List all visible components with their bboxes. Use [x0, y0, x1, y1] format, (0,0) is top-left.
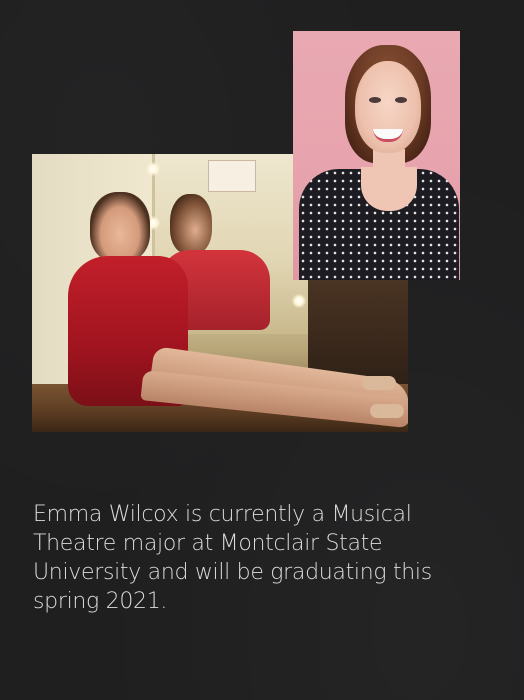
dance-shoe [370, 404, 404, 418]
bio-paragraph: Emma Wilcox is currently a Musical Theat… [33, 502, 432, 614]
vanity-bulb [146, 162, 160, 176]
vanity-bulb [292, 294, 306, 308]
reflection-figure [170, 194, 212, 254]
headshot-photo [293, 31, 460, 280]
headshot-eye [369, 97, 381, 103]
headshot-eye [395, 97, 407, 103]
dance-shoe [362, 376, 396, 390]
performer-figure [90, 192, 150, 262]
mirror-sign [208, 160, 256, 192]
